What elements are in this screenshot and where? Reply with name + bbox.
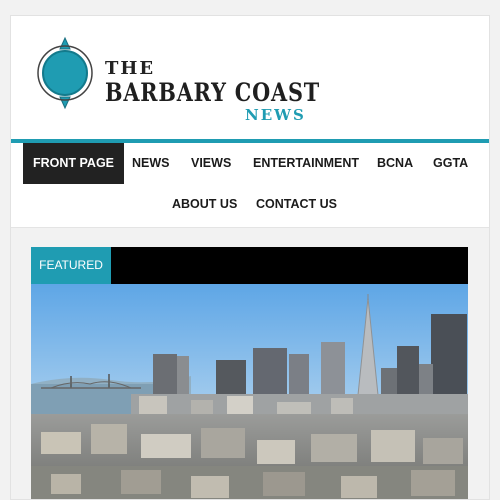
page: THE BARBARY COAST NEWS FRONT PAGE NEWS V… (10, 15, 490, 500)
logo-title-main: BARBARY COAST (105, 78, 321, 107)
nav-item-news[interactable]: NEWS (122, 143, 180, 184)
site-header: THE BARBARY COAST NEWS (11, 16, 489, 139)
featured-header: FEATURED (31, 247, 468, 284)
compass-icon (37, 36, 93, 110)
nav-item-contact-us[interactable]: CONTACT US (246, 184, 347, 225)
featured-label[interactable]: FEATURED (31, 247, 111, 284)
logo-title-news: NEWS (245, 106, 306, 124)
logo-title-the: THE (105, 58, 156, 79)
site-logo[interactable]: THE BARBARY COAST NEWS (29, 36, 319, 124)
main-content: FEATURED (11, 228, 489, 499)
nav-item-ggta[interactable]: GGTA (423, 143, 478, 184)
nav-item-views[interactable]: VIEWS (181, 143, 241, 184)
nav-item-about-us[interactable]: ABOUT US (162, 184, 247, 225)
nav-item-bcna[interactable]: BCNA (367, 143, 423, 184)
nav-item-entertainment[interactable]: ENTERTAINMENT (243, 143, 369, 184)
main-navigation: FRONT PAGE NEWS VIEWS ENTERTAINMENT BCNA… (11, 143, 489, 227)
city-skyline-image (31, 284, 468, 499)
nav-item-front-page[interactable]: FRONT PAGE (23, 143, 125, 184)
featured-image[interactable] (31, 284, 468, 499)
